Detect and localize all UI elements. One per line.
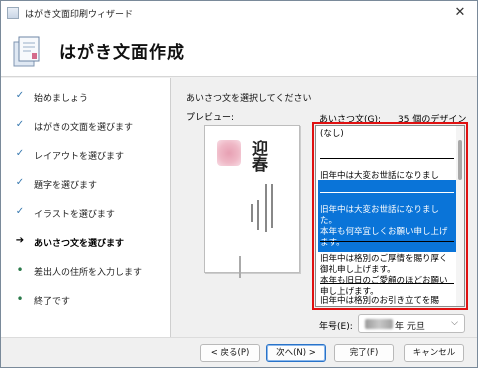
check-icon [15,177,25,189]
step-sidebar: 始めましょう はがきの文面を選びます レイアウトを選びます 題字を選びます イラ… [1,78,171,337]
chevron-down-icon: ⌵ [451,318,458,328]
wizard-window: はがき文面印刷ウィザード ✕ はがき文面作成 始めましょう はがきの文面を選びま… [0,0,478,368]
close-icon[interactable]: ✕ [451,4,469,22]
step-label: 始めましょう [34,94,89,104]
title-bar: はがき文面印刷ウィザード ✕ [1,1,477,25]
app-icon [7,7,19,19]
step-label: 差出人の住所を入力します [34,268,143,278]
cancel-button[interactable]: キャンセル [404,344,464,362]
divider [320,283,454,284]
step-start: 始めましょう [1,86,171,108]
step-layout: レイアウトを選びます [1,144,171,166]
preview-text-lines [235,180,285,278]
wizard-footer: < 戻る(P) 次へ(N) > 完了(F) キャンセル [1,337,477,367]
step-label: あいさつ文を選びます [34,239,125,249]
page-title: はがき文面作成 [59,43,185,63]
listbox-scrollbar[interactable] [456,126,464,306]
year-label: 年号(E): [319,322,353,332]
next-button[interactable]: 次へ(N) > [266,344,326,362]
bullet-icon [15,264,25,276]
preview-greeting-title: 迎春 [249,140,268,172]
step-title-text: 題字を選びます [1,173,171,195]
window-title: はがき文面印刷ウィザード [25,10,134,20]
check-icon [15,90,25,102]
arrow-right-icon [15,235,25,247]
list-item[interactable]: 旧年中は格別のお引き立てを賜り、厚く御礼申し上げます。 本年も旧日のご指導のほど… [318,271,456,306]
step-label: 題字を選びます [34,181,98,191]
bullet-icon [15,293,25,305]
step-label: レイアウトを選びます [34,152,125,162]
step-greeting: あいさつ文を選びます [1,231,171,253]
step-label: イラストを選びます [34,210,115,220]
main-panel: あいさつ文を選択してください プレビュー: 迎春 あいさつ文(G): 35 個の… [172,78,477,337]
postcard-preview: 迎春 [204,125,300,278]
check-icon [15,206,25,218]
scrollbar-thumb[interactable] [458,140,462,180]
instruction-text: あいさつ文を選択してください [186,94,312,104]
check-icon [15,119,25,131]
preview-label: プレビュー: [186,113,235,123]
back-button[interactable]: < 戻る(P) [200,344,260,362]
wizard-header: はがき文面作成 [1,25,477,77]
step-label: はがきの文面を選びます [34,123,134,133]
step-postcard-type: はがきの文面を選びます [1,115,171,137]
greeting-list-label: あいさつ文(G): [319,115,382,125]
finish-button[interactable]: 完了(F) [334,344,394,362]
year-dropdown[interactable]: 年 元旦 ⌵ [358,314,465,333]
divider [320,192,454,193]
step-label: 終了です [34,297,71,307]
check-icon [15,148,25,160]
illustration-thumbnail [217,140,241,166]
step-finish: 終了です [1,289,171,311]
greeting-options: (なし) 旧年中は大変お世話になりました。 今年もよろしくお願いします。 旧年中… [316,126,457,306]
list-item[interactable]: (なし) [318,128,456,141]
list-item-text: (なし) [320,129,344,139]
greeting-listbox[interactable]: (なし) 旧年中は大変お世話になりました。 今年もよろしくお願いします。 旧年中… [312,122,468,310]
divider [320,241,454,242]
postcard-wizard-icon [13,36,40,67]
redacted-year [365,319,393,329]
design-count: 35 個のデザイン [398,115,467,125]
year-value: 年 元旦 [395,322,425,332]
list-item-text: 旧年中は格別のお引き立てを賜り、厚く御礼申し上げます。 本年も旧日のご指導のほど… [320,296,439,306]
divider [320,158,454,159]
step-illustration: イラストを選びます [1,202,171,224]
step-sender-address: 差出人の住所を入力します [1,260,171,282]
